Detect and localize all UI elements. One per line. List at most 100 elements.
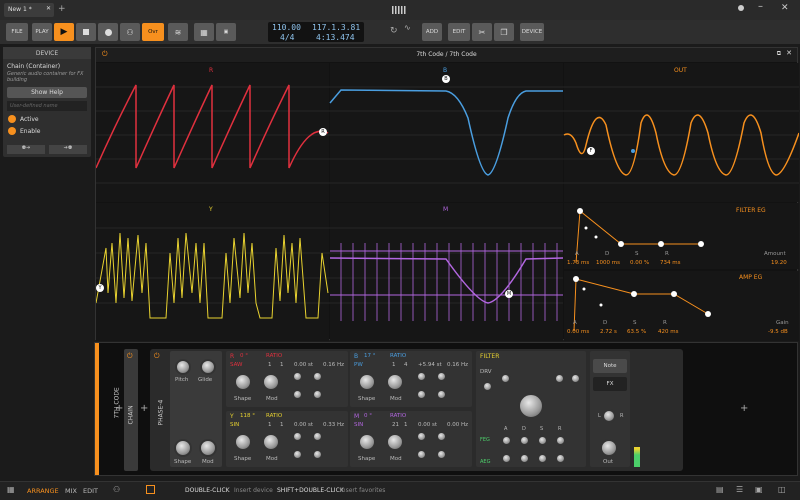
play-label-button[interactable]: PLAY: [32, 23, 52, 41]
aeg-attack-knob[interactable]: [501, 453, 512, 464]
aeg-decay-knob[interactable]: [519, 453, 530, 464]
filter-eg-value-d[interactable]: 1000 ms: [596, 260, 620, 266]
browser-icon[interactable]: ▤: [716, 485, 724, 494]
close-tab-icon[interactable]: ✕: [46, 5, 51, 12]
mod-knob[interactable]: [199, 439, 217, 457]
panel-icon[interactable]: ◫: [778, 485, 786, 494]
power-icon[interactable]: ⏻: [154, 352, 160, 361]
glide-knob[interactable]: [200, 359, 216, 375]
amp-eg-point[interactable]: [599, 303, 603, 307]
pan-knob[interactable]: [602, 409, 616, 423]
groove-button[interactable]: ≋: [168, 23, 188, 41]
add-tab-icon[interactable]: +: [58, 4, 66, 14]
small-knob[interactable]: [416, 449, 427, 460]
small-knob[interactable]: [500, 373, 511, 384]
add-device-icon[interactable]: +: [140, 403, 148, 414]
feg-attack-knob[interactable]: [501, 435, 512, 446]
add-device-icon[interactable]: +: [115, 403, 123, 414]
f-point-badge[interactable]: F: [587, 147, 595, 155]
osc-rate[interactable]: 0.33 Hz: [323, 422, 344, 428]
osc-rate[interactable]: 0.16 Hz: [323, 362, 344, 368]
small-knob[interactable]: [292, 371, 303, 382]
edit-tab[interactable]: EDIT: [83, 487, 98, 495]
amp-eg-point[interactable]: [573, 276, 579, 282]
amp-eg-point[interactable]: [671, 291, 677, 297]
osc-ratio-num[interactable]: 21: [392, 422, 399, 428]
osc-phase[interactable]: 118 °: [240, 413, 255, 419]
transport-display[interactable]: 110.00 4/4 117.1.3.81 4:13.474: [268, 22, 364, 42]
amp-eg-value-d[interactable]: 2.72 s: [600, 329, 617, 335]
small-knob[interactable]: [312, 389, 323, 400]
active-toggle[interactable]: Active: [3, 113, 91, 125]
osc-semitones[interactable]: 0.00 st: [294, 362, 313, 368]
osc-wave[interactable]: SAW: [230, 362, 243, 368]
loop-icon[interactable]: ↻: [390, 26, 398, 36]
document-tab[interactable]: New 1 * ✕: [4, 3, 54, 17]
small-knob[interactable]: [292, 449, 303, 460]
small-knob[interactable]: [436, 389, 447, 400]
feg-decay-knob[interactable]: [519, 435, 530, 446]
osc-wave[interactable]: SIN: [230, 422, 239, 428]
osc-phase[interactable]: 0 °: [364, 413, 372, 419]
osc-ratio-num[interactable]: 1: [268, 422, 272, 428]
small-knob[interactable]: [416, 371, 427, 382]
user-defined-name-input[interactable]: User-defined name: [7, 101, 87, 111]
filter-eg-point[interactable]: [658, 241, 664, 247]
automation-button[interactable]: ⚇: [120, 23, 140, 41]
add-device-icon[interactable]: +: [740, 403, 748, 414]
overdub-button[interactable]: Ovr: [142, 23, 164, 41]
filter-eg-point[interactable]: [594, 235, 598, 239]
overdub-clip-button[interactable]: ▣: [216, 23, 236, 41]
file-button[interactable]: FILE: [6, 23, 28, 41]
mix-tab[interactable]: MIX: [65, 487, 77, 495]
small-knob[interactable]: [416, 431, 427, 442]
mod-knob[interactable]: [262, 433, 280, 451]
osc-wave[interactable]: PW: [354, 362, 363, 368]
automation-icon[interactable]: ⚇: [113, 485, 120, 494]
osc-phase[interactable]: 0 °: [240, 353, 248, 359]
mod-knob[interactable]: [386, 433, 404, 451]
record-button[interactable]: [98, 23, 118, 41]
record-dot-icon[interactable]: [738, 5, 744, 11]
osc-wave[interactable]: SIN: [354, 422, 363, 428]
shape-knob[interactable]: [358, 373, 376, 391]
amp-eg-gain-value[interactable]: -9.5 dB: [768, 329, 788, 335]
small-knob[interactable]: [554, 373, 565, 384]
amp-eg-value-r[interactable]: 420 ms: [658, 329, 678, 335]
time-signature[interactable]: 4/4: [280, 33, 294, 42]
shape-knob[interactable]: [234, 373, 252, 391]
amp-eg-value-a[interactable]: 0.00 ms: [567, 329, 589, 335]
osc-ratio-den[interactable]: 1: [280, 362, 284, 368]
filter-eg-value-r[interactable]: 734 ms: [660, 260, 680, 266]
cut-button[interactable]: ✂: [472, 23, 492, 41]
edit-button[interactable]: EDIT: [448, 23, 470, 41]
filter-eg-value-a[interactable]: 1.73 ms: [567, 260, 589, 266]
osc-ratio-num[interactable]: 1: [392, 362, 396, 368]
curve-icon[interactable]: ∿: [404, 23, 411, 32]
shape-knob[interactable]: [358, 433, 376, 451]
small-knob[interactable]: [292, 389, 303, 400]
aeg-release-knob[interactable]: [555, 453, 566, 464]
position-time[interactable]: 4:13.474: [316, 33, 355, 42]
mod-knob[interactable]: [262, 373, 280, 391]
filter-eg-point[interactable]: [618, 241, 624, 247]
y-point-badge[interactable]: Y: [96, 284, 104, 292]
small-knob[interactable]: [416, 389, 427, 400]
small-knob[interactable]: [312, 431, 323, 442]
amp-eg-value-s[interactable]: 63.5 %: [627, 329, 646, 335]
amp-eg-point[interactable]: [705, 311, 711, 317]
small-knob[interactable]: [570, 373, 581, 384]
power-icon[interactable]: ⏻: [102, 50, 108, 59]
note-button[interactable]: Note: [593, 359, 627, 373]
mixer-icon[interactable]: ☰: [736, 485, 743, 494]
small-knob[interactable]: [292, 431, 303, 442]
metronome-button[interactable]: ▦: [194, 23, 214, 41]
r-point-badge[interactable]: R: [319, 128, 327, 136]
enable-toggle[interactable]: Enable: [3, 125, 91, 137]
shape-knob[interactable]: [234, 433, 252, 451]
filter-eg-value-s[interactable]: 0.00 %: [630, 260, 649, 266]
output-knob[interactable]: [600, 439, 618, 457]
shape-knob[interactable]: [174, 439, 192, 457]
small-knob[interactable]: [312, 371, 323, 382]
popout-icon[interactable]: ⧉: [777, 50, 781, 58]
